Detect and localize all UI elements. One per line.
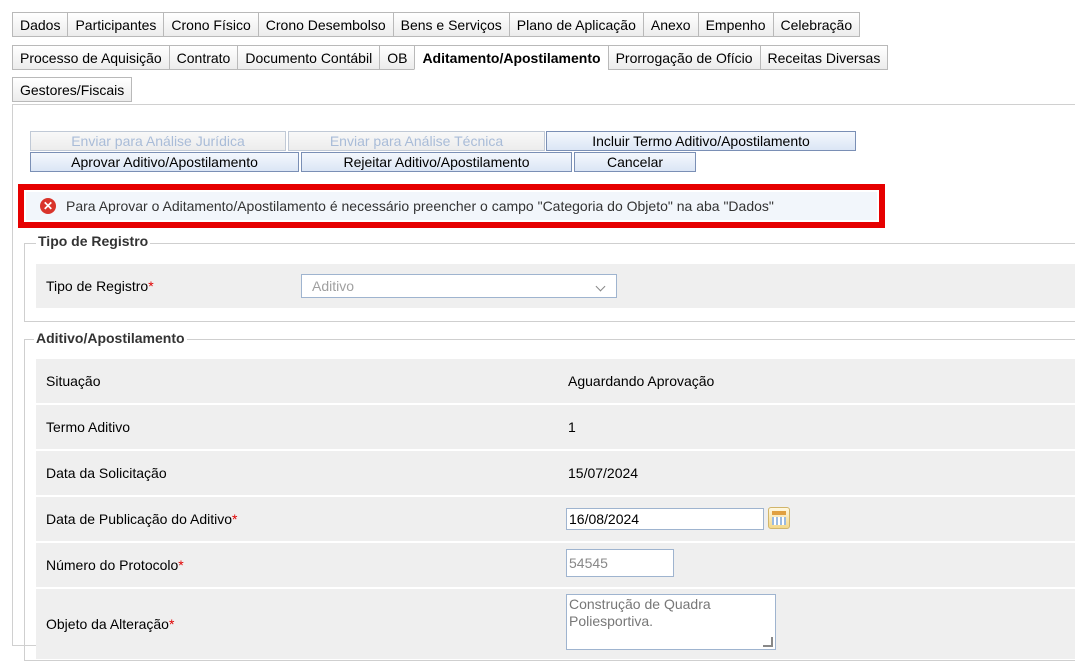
tab-documento-contabil[interactable]: Documento Contábil [237, 45, 381, 70]
objeto-label: Objeto da Alteração [46, 616, 169, 632]
tab-participantes[interactable]: Participantes [67, 12, 165, 37]
termo-aditivo-value: 1 [568, 419, 576, 435]
enviar-analise-juridica-button[interactable]: Enviar para Análise Jurídica [30, 131, 286, 151]
tipo-registro-value: Aditivo [312, 278, 355, 294]
error-message-box: ✕ Para Aprovar o Aditamento/Apostilament… [18, 184, 885, 228]
tipo-registro-legend: Tipo de Registro [36, 233, 151, 249]
situacao-row: Situação Aguardando Aprovação [36, 359, 1075, 403]
required-marker: * [168, 616, 175, 632]
tab-row-2: Processo de Aquisição Contrato Documento C… [12, 45, 889, 70]
objeto-row: Objeto da Alteração* [36, 589, 1075, 659]
tipo-registro-select[interactable]: Aditivo [301, 274, 617, 298]
tab-row-1: Dados Participantes Crono Físico Crono Dese… [12, 12, 861, 37]
situacao-label: Situação [46, 373, 101, 389]
cancelar-button[interactable]: Cancelar [574, 152, 696, 172]
rejeitar-aditivo-button[interactable]: Rejeitar Aditivo/Apostilamento [301, 152, 572, 172]
error-message-text: Para Aprovar o Aditamento/Apostilamento … [66, 198, 774, 214]
aprovar-aditivo-button[interactable]: Aprovar Aditivo/Apostilamento [30, 152, 299, 172]
required-marker: * [232, 511, 238, 527]
tab-bens-e-servicos[interactable]: Bens e Serviços [392, 12, 510, 37]
tab-celebracao[interactable]: Celebração [772, 12, 861, 37]
situacao-value: Aguardando Aprovação [568, 373, 715, 389]
tab-gestores-fiscais[interactable]: Gestores/Fiscais [12, 77, 133, 102]
tab-processo-de-aquisicao[interactable]: Processo de Aquisição [12, 45, 170, 70]
tab-ob[interactable]: OB [379, 45, 416, 70]
aditivo-legend: Aditivo/Apostilamento [34, 330, 187, 346]
chevron-down-icon [595, 281, 606, 292]
incluir-termo-aditivo-button[interactable]: Incluir Termo Aditivo/Apostilamento [546, 131, 856, 151]
required-marker: * [178, 557, 184, 573]
objeto-textarea[interactable]: Construção de Quadra Poliesportiva. [566, 594, 776, 650]
termo-aditivo-label: Termo Aditivo [46, 419, 131, 435]
tab-contrato[interactable]: Contrato [168, 45, 239, 70]
data-publicacao-value: 16/08/2024 [569, 511, 640, 527]
tab-anexo[interactable]: Anexo [642, 12, 699, 37]
enviar-analise-tecnica-button[interactable]: Enviar para Análise Técnica [288, 131, 545, 151]
data-publicacao-label: Data de Publicação do Aditivo [46, 511, 233, 527]
tab-plano-de-aplicacao[interactable]: Plano de Aplicação [508, 12, 644, 37]
data-solicitacao-row: Data da Solicitação 15/07/2024 [36, 451, 1075, 495]
required-marker: * [148, 278, 154, 294]
calendar-icon[interactable] [768, 507, 790, 529]
data-solicitacao-label: Data da Solicitação [46, 465, 167, 481]
protocolo-row: Número do Protocolo* [36, 543, 1075, 587]
tab-empenho[interactable]: Empenho [697, 12, 774, 37]
termo-aditivo-row: Termo Aditivo 1 [36, 405, 1075, 449]
objeto-value: Construção de Quadra Poliesportiva. [569, 596, 711, 629]
tab-prorrogacao-de-oficio[interactable]: Prorrogação de Ofício [607, 45, 761, 70]
data-publicacao-row: Data de Publicação do Aditivo* [36, 497, 1075, 541]
data-solicitacao-value: 15/07/2024 [568, 465, 639, 481]
data-publicacao-input[interactable]: 16/08/2024 [566, 508, 764, 530]
tab-dados[interactable]: Dados [12, 12, 69, 37]
tab-crono-desembolso[interactable]: Crono Desembolso [257, 12, 394, 37]
tab-receitas-diversas[interactable]: Receitas Diversas [759, 45, 889, 70]
error-circle-icon: ✕ [40, 198, 56, 214]
tipo-registro-label: Tipo de Registro [46, 278, 149, 294]
tab-crono-fisico[interactable]: Crono Físico [163, 12, 259, 37]
tab-aditamento-apostilamento[interactable]: Aditamento/Apostilamento [414, 45, 609, 70]
protocolo-input[interactable]: 54545 [566, 549, 674, 577]
tab-row-3: Gestores/Fiscais [12, 77, 133, 102]
protocolo-value: 54545 [569, 555, 608, 571]
protocolo-label: Número do Protocolo [46, 557, 179, 573]
